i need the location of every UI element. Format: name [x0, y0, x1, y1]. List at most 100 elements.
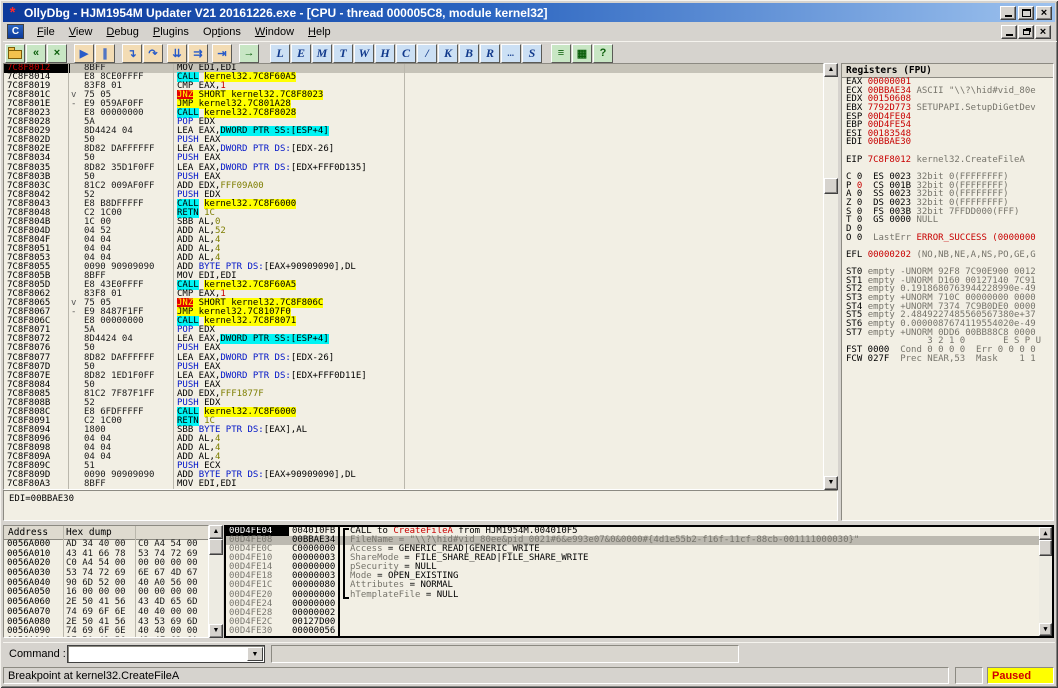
disasm-row[interactable]: 7C8F804F 04 04 ADD AL,4	[4, 235, 823, 245]
title-bar[interactable]: * OllyDbg - HJM1954M Updater V21 2016122…	[3, 3, 1055, 22]
disasm-row[interactable]: 7C8F80A3 8BFF MOV EDI,EDI	[4, 479, 823, 489]
disasm-row[interactable]: 7C8F8062 83F8 01 CMP EAX,1	[4, 289, 823, 299]
register-line[interactable]: EDI 00BBAE30	[842, 138, 1053, 147]
disasm-row[interactable]: 7C8F8077 8D82 DAFFFFFF LEA EAX,DWORD PTR D…	[4, 353, 823, 363]
scroll-down-button[interactable]: ▼	[1039, 623, 1052, 636]
restart-button[interactable]: «	[26, 43, 46, 63]
disasm-row[interactable]: 7C8F806C E8 00000000 CALL kernel32.7C8F807…	[4, 316, 823, 327]
call-stack-button[interactable]: K	[438, 43, 458, 63]
animate-over-button[interactable]: ⇉	[188, 43, 208, 63]
log-window-button[interactable]: L	[270, 43, 290, 63]
menu-view[interactable]: View	[62, 24, 100, 40]
register-line[interactable]: EIP 7C8F8012 kernel32.CreateFileA	[842, 155, 1053, 165]
step-into-button[interactable]: ↴	[122, 43, 142, 63]
stack-row[interactable]: 00D4FE30 00000056	[226, 626, 1052, 636]
maximize-button[interactable]	[1018, 5, 1034, 20]
disasm-row[interactable]: 7C8F8029 8D4424 04 LEA EAX,DWORD PTR SS:[E…	[4, 126, 823, 137]
pause-button[interactable]: ∥	[95, 43, 115, 63]
source-button[interactable]: S	[522, 43, 542, 63]
menu-window[interactable]: Window	[248, 24, 301, 40]
disasm-row[interactable]: 7C8F8014 E8 8CE0FFFF CALL kernel32.7C8F60A…	[4, 72, 823, 83]
mdi-restore-button[interactable]	[1018, 24, 1034, 39]
minimize-button[interactable]	[1000, 5, 1016, 20]
disasm-row[interactable]: 7C8F809D 0090 90909090 ADD BYTE PTR DS:[EA…	[4, 470, 823, 480]
patches-button[interactable]: /	[417, 43, 437, 63]
scroll-down-button[interactable]: ▼	[209, 624, 223, 638]
goto-button[interactable]: →	[239, 43, 259, 63]
disasm-row[interactable]: 7C8F8035 8D82 35D1F0FF LEA EAX,DWORD PTR D…	[4, 163, 823, 173]
disasm-row[interactable]: 7C8F804D 04 52 ADD AL,52	[4, 226, 823, 236]
register-line[interactable]: FCW 027F Prec NEAR,53 Mask 1 1	[842, 354, 1053, 364]
stack-row[interactable]: 00D4FE28 00000002	[226, 608, 1052, 618]
execute-till-return-button[interactable]: ⇥	[212, 43, 232, 63]
disasm-row[interactable]: 7C8F8019 83F8 01 CMP EAX,1	[4, 81, 823, 91]
disasm-row[interactable]: 7C8F8043 E8 B8DFFFFF CALL kernel32.7C8F600…	[4, 198, 823, 209]
menu-options[interactable]: Options	[196, 24, 248, 40]
mdi-close-button[interactable]: ×	[1035, 24, 1051, 39]
disasm-row[interactable]: 7C8F808C E8 6FDFFFFF CALL kernel32.7C8F600…	[4, 406, 823, 417]
disasm-row[interactable]: 7C8F802E 8D82 DAFFFFFF LEA EAX,DWORD PTR D…	[4, 145, 823, 154]
disasm-row[interactable]: 7C8F8085 81C2 7F87F1FF ADD EDX,FFF1877F	[4, 389, 823, 399]
disasm-row[interactable]: 7C8F8051 04 04 ADD AL,4	[4, 244, 823, 254]
mdi-system-icon[interactable]: C	[7, 24, 24, 39]
stack-row[interactable]: 00D4FE20 00000000 hTemplateFile = NULL	[226, 590, 1052, 600]
memory-map-button[interactable]: M	[312, 43, 332, 63]
disasm-row[interactable]: 7C8F8048 C2 1C00 RETN 1C	[4, 207, 823, 218]
stack-row[interactable]: 00D4FE2C 00127D00	[226, 617, 1052, 627]
menu-file[interactable]: File	[30, 24, 62, 40]
hexdump-row[interactable]: 0056A0A0 2E 50 41 56 43 4F 62 6A	[4, 636, 208, 637]
disassembly-pane[interactable]: 7C8F8012 8BFF MOV EDI,EDI 7C8F8014 E8 8CE0FF…	[3, 63, 824, 490]
scroll-thumb[interactable]	[1039, 540, 1052, 556]
appearance-button[interactable]: ▦	[572, 43, 592, 63]
scroll-thumb[interactable]	[824, 178, 838, 194]
disasm-row[interactable]: 7C8F807E 8D82 1ED1F0FF LEA EAX,DWORD PTR D…	[4, 371, 823, 381]
scroll-thumb[interactable]	[209, 539, 223, 555]
disasm-row[interactable]: 7C8F809A 04 04 ADD AL,4	[4, 452, 823, 462]
options-button[interactable]: ≡	[551, 43, 571, 63]
stack-row[interactable]: 00D4FE24 00000000	[226, 599, 1052, 609]
executables-button[interactable]: E	[291, 43, 311, 63]
disassembly-scrollbar[interactable]: ▲ ▼	[824, 63, 838, 490]
animate-into-button[interactable]: ⇊	[167, 43, 187, 63]
breakpoints-button[interactable]: B	[459, 43, 479, 63]
handles-button[interactable]: H	[375, 43, 395, 63]
disasm-row[interactable]: 7C8F8072 8D4424 04 LEA EAX,DWORD PTR SS:[E…	[4, 334, 823, 345]
command-input[interactable]: ▼	[67, 645, 265, 663]
menu-plugins[interactable]: Plugins	[146, 24, 196, 40]
disasm-row[interactable]: 7C8F8094 1800 SBB BYTE PTR DS:[EAX],AL	[4, 425, 823, 435]
threads-button[interactable]: T	[333, 43, 353, 63]
disasm-row[interactable]: 7C8F8055 0090 90909090 ADD BYTE PTR DS:[EA…	[4, 262, 823, 272]
registers-pane[interactable]: Registers (FPU) EAX 00000001 ECX 00BBAE34…	[841, 63, 1054, 521]
disasm-row[interactable]: 7C8F8023 E8 00000000 CALL kernel32.7C8F802…	[4, 108, 823, 119]
scroll-down-button[interactable]: ▼	[824, 476, 838, 490]
register-line[interactable]: O 0 LastErr ERROR_SUCCESS (0000000	[842, 233, 1053, 243]
run-trace-button[interactable]: ...	[501, 43, 521, 63]
disasm-row[interactable]: 7C8F8096 04 04 ADD AL,4	[4, 434, 823, 444]
scroll-up-button[interactable]: ▲	[824, 63, 838, 77]
scroll-up-button[interactable]: ▲	[1039, 527, 1052, 540]
close-program-button[interactable]: ×	[47, 43, 67, 63]
disasm-row[interactable]: 7C8F8091 C2 1C00 RETN 1C	[4, 415, 823, 426]
hexdump-scrollbar[interactable]: ▲ ▼	[209, 525, 223, 638]
close-button[interactable]: ×	[1036, 5, 1052, 20]
cpu-button[interactable]: C	[396, 43, 416, 63]
disasm-row[interactable]: 7C8F805D E8 43E0FFFF CALL kernel32.7C8F60A…	[4, 280, 823, 291]
open-button[interactable]	[5, 43, 25, 63]
disasm-row[interactable]: 7C8F804B 1C 00 SBB AL,0	[4, 217, 823, 227]
mdi-minimize-button[interactable]	[1001, 24, 1017, 39]
disasm-row[interactable]: 7C8F8098 04 04 ADD AL,4	[4, 443, 823, 453]
combo-dropdown-button[interactable]: ▼	[247, 647, 263, 661]
run-button[interactable]: ▶	[74, 43, 94, 63]
windows-button[interactable]: W	[354, 43, 374, 63]
menu-help[interactable]: Help	[301, 24, 338, 40]
stack-pane[interactable]: 00D4FE04 004010FB CALL to CreateFileA from…	[224, 525, 1054, 638]
register-line[interactable]: EFL 00000202 (NO,NB,NE,A,NS,PO,GE,G	[842, 250, 1053, 260]
menu-debug[interactable]: Debug	[99, 24, 145, 40]
scroll-up-button[interactable]: ▲	[209, 525, 223, 539]
disasm-row[interactable]: 7C8F803C 81C2 009AF0FF ADD EDX,FFF09A00	[4, 181, 823, 191]
help-button[interactable]: ?	[593, 43, 613, 63]
hexdump-pane[interactable]: Address Hex dump 0056A000 AD 34 40 00 C0 A…	[3, 525, 209, 638]
step-over-button[interactable]: ↷	[143, 43, 163, 63]
references-button[interactable]: R	[480, 43, 500, 63]
register-line[interactable]: T 0 GS 0000 NULL	[842, 216, 1053, 225]
